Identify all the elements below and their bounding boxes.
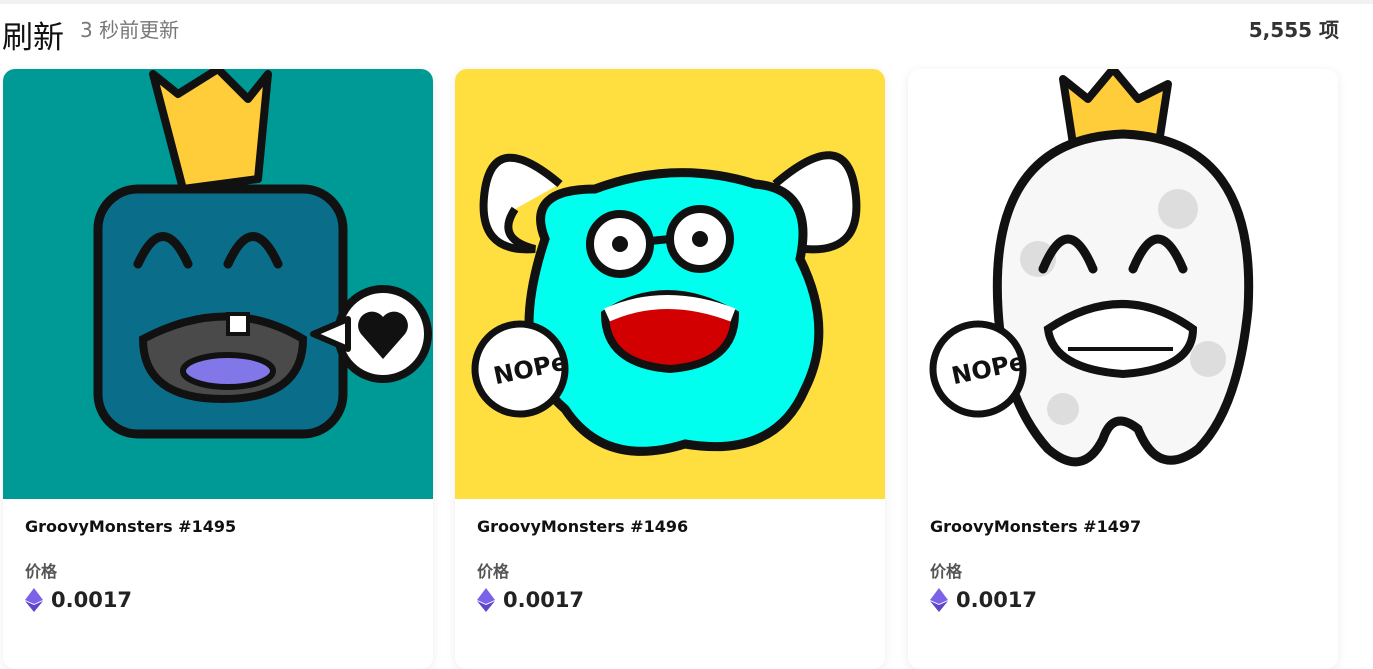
price-label: 价格 (930, 562, 963, 581)
nft-price: 0.0017 (503, 588, 585, 612)
last-updated-text: 3 秒前更新 (80, 18, 180, 42)
nft-image-1497[interactable]: NOPe (908, 69, 1338, 499)
item-count: 5,555 项 (1248, 18, 1339, 42)
refresh-button[interactable]: 刷新 (2, 12, 64, 57)
ethereum-icon (930, 588, 948, 612)
nft-name[interactable]: GroovyMonsters #1495 (25, 517, 411, 536)
nft-image-1495[interactable] (3, 69, 433, 499)
nft-name[interactable]: GroovyMonsters #1496 (477, 517, 863, 536)
top-divider (0, 0, 1373, 4)
nft-card[interactable]: NOPe GroovyMonsters #1496 价格 0.0017 (455, 69, 885, 669)
ethereum-icon (25, 588, 43, 612)
price-label: 价格 (477, 562, 510, 581)
nft-name[interactable]: GroovyMonsters #1497 (930, 517, 1316, 536)
nft-price: 0.0017 (51, 588, 133, 612)
price-label: 价格 (25, 562, 58, 581)
ethereum-icon (477, 588, 495, 612)
nft-card[interactable]: NOPe GroovyMonsters #1497 价格 0.0017 (908, 69, 1338, 669)
nft-card[interactable]: GroovyMonsters #1495 价格 0.0017 (3, 69, 433, 669)
nft-price: 0.0017 (956, 588, 1038, 612)
nft-image-1496[interactable]: NOPe (455, 69, 885, 499)
results-header: 刷新 3 秒前更新 5,555 项 (0, 8, 1373, 56)
